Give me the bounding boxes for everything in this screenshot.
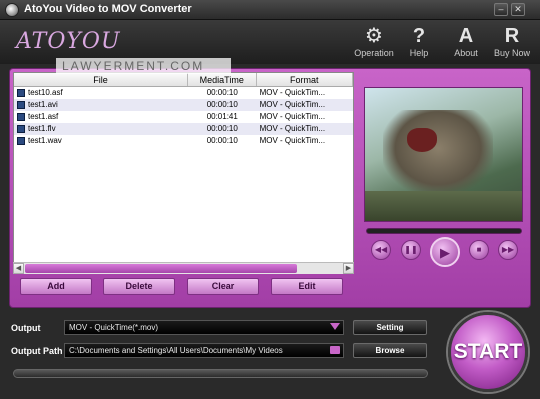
buy-icon: R <box>504 25 520 47</box>
scroll-left-icon[interactable]: ◀ <box>13 263 24 274</box>
output-format-select[interactable]: MOV - QuickTime(*.mov) <box>64 320 344 335</box>
output-path-field[interactable]: C:\Documents and Settings\All Users\Docu… <box>64 343 344 358</box>
forward-icon: ▶▶ <box>501 245 515 254</box>
column-mediatime[interactable]: MediaTime <box>188 73 257 86</box>
file-format: MOV - QuickTim... <box>259 124 326 133</box>
file-name: test1.flv <box>28 124 56 133</box>
rewind-button[interactable]: ◀◀ <box>371 240 391 260</box>
column-file[interactable]: File <box>14 73 188 86</box>
table-row[interactable]: test10.asf 00:00:10 MOV - QuickTim... <box>14 87 353 99</box>
file-icon <box>17 101 25 109</box>
question-icon: ? <box>412 25 426 47</box>
file-list-header: File MediaTime Format <box>14 73 353 87</box>
table-row[interactable]: test1.asf 00:01:41 MOV - QuickTim... <box>14 111 353 123</box>
watermark: LAWYERMENT.COM <box>56 58 231 74</box>
window-title: AtoYou Video to MOV Converter <box>24 3 192 15</box>
file-format: MOV - QuickTim... <box>259 136 326 145</box>
operation-button[interactable]: ⚙ Operation <box>352 24 396 58</box>
pause-icon: ❚❚ <box>404 245 418 254</box>
chevron-down-icon[interactable] <box>330 323 340 330</box>
minimize-button[interactable]: – <box>494 3 508 16</box>
horizontal-scrollbar[interactable]: ◀ ▶ <box>13 262 354 274</box>
add-button[interactable]: Add <box>20 278 92 295</box>
play-button[interactable]: ▶ <box>430 237 460 267</box>
close-button[interactable]: ✕ <box>511 3 525 16</box>
edit-button[interactable]: Edit <box>271 278 343 295</box>
scroll-thumb[interactable] <box>25 264 297 273</box>
file-name: test1.wav <box>28 136 62 145</box>
video-preview <box>364 87 523 222</box>
delete-button[interactable]: Delete <box>103 278 175 295</box>
conversion-progress-bar <box>13 369 428 378</box>
output-path-value: C:\Documents and Settings\All Users\Docu… <box>69 346 283 355</box>
about-button[interactable]: A About <box>444 24 488 58</box>
stop-button[interactable]: ■ <box>469 240 489 260</box>
app-icon <box>5 3 19 17</box>
help-label: Help <box>409 48 429 58</box>
stop-icon: ■ <box>476 245 482 254</box>
file-name: test1.avi <box>28 100 58 109</box>
table-row[interactable]: test1.wav 00:00:10 MOV - QuickTim... <box>14 135 353 147</box>
buy-now-label: Buy Now <box>493 48 530 58</box>
file-mediatime: 00:00:10 <box>206 100 238 109</box>
help-button[interactable]: ? Help <box>397 24 441 58</box>
forward-button[interactable]: ▶▶ <box>498 240 518 260</box>
output-path-label: Output Path <box>11 346 63 356</box>
setting-button[interactable]: Setting <box>353 320 427 335</box>
rewind-icon: ◀◀ <box>374 245 388 254</box>
file-format: MOV - QuickTim... <box>259 88 326 97</box>
file-mediatime: 00:00:10 <box>206 136 238 145</box>
file-icon <box>17 113 25 121</box>
about-label: About <box>454 48 478 58</box>
scroll-right-icon[interactable]: ▶ <box>343 263 354 274</box>
file-format: MOV - QuickTim... <box>259 100 326 109</box>
brand-logo: ATOYOU <box>16 29 121 54</box>
file-mediatime: 00:01:41 <box>206 112 238 121</box>
file-mediatime: 00:00:10 <box>206 88 238 97</box>
play-icon: ▶ <box>440 245 450 260</box>
browse-button[interactable]: Browse <box>353 343 427 358</box>
folder-icon[interactable] <box>330 346 340 354</box>
file-icon <box>17 137 25 145</box>
start-button[interactable]: START <box>448 312 528 392</box>
preview-image <box>383 110 493 195</box>
file-mediatime: 00:00:10 <box>206 124 238 133</box>
file-list[interactable]: File MediaTime Format test10.asf 00:00:1… <box>13 72 354 274</box>
file-format: MOV - QuickTim... <box>259 112 326 121</box>
title-bar: AtoYou Video to MOV Converter – ✕ <box>0 0 540 20</box>
output-label: Output <box>11 323 41 333</box>
file-name: test1.asf <box>28 112 59 121</box>
clear-button[interactable]: Clear <box>187 278 259 295</box>
column-format[interactable]: Format <box>257 73 353 86</box>
file-name: test10.asf <box>28 88 63 97</box>
file-icon <box>17 125 25 133</box>
output-format-value: MOV - QuickTime(*.mov) <box>69 323 159 332</box>
gear-icon: ⚙ <box>365 25 383 47</box>
buy-now-button[interactable]: R Buy Now <box>490 24 534 58</box>
about-icon: A <box>458 25 474 47</box>
operation-label: Operation <box>354 48 394 58</box>
playback-progress[interactable] <box>366 228 522 234</box>
table-row[interactable]: test1.avi 00:00:10 MOV - QuickTim... <box>14 99 353 111</box>
pause-button[interactable]: ❚❚ <box>401 240 421 260</box>
file-icon <box>17 89 25 97</box>
table-row[interactable]: test1.flv 00:00:10 MOV - QuickTim... <box>14 123 353 135</box>
